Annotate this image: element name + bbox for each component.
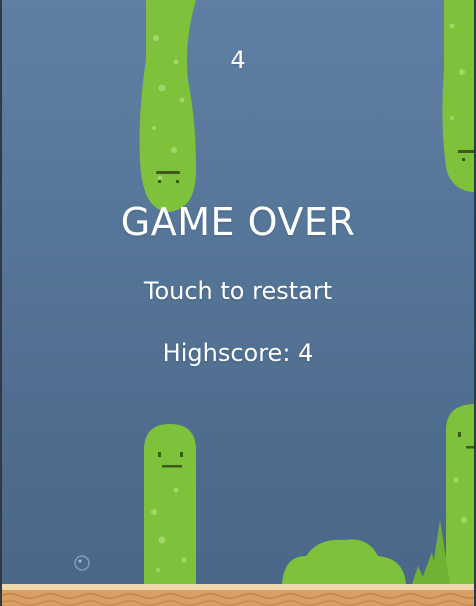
highscore-label: Highscore: 4 xyxy=(162,339,314,367)
bottom-cactus-obstacle-right xyxy=(446,404,476,584)
bubble-icon xyxy=(74,555,90,571)
game-over-title: GAME OVER xyxy=(120,200,356,244)
bush xyxy=(282,539,406,584)
top-cactus-obstacle-right xyxy=(442,0,476,192)
game-screen[interactable]: 4 GAME OVER Touch to restart Highscore: … xyxy=(0,0,476,606)
grass-spikes xyxy=(412,520,450,584)
ground xyxy=(0,584,476,606)
bottom-cactus-obstacle-left xyxy=(144,424,196,584)
restart-prompt[interactable]: Touch to restart xyxy=(0,277,476,305)
current-score: 4 xyxy=(230,46,246,74)
top-cactus-obstacle-left xyxy=(139,0,196,212)
